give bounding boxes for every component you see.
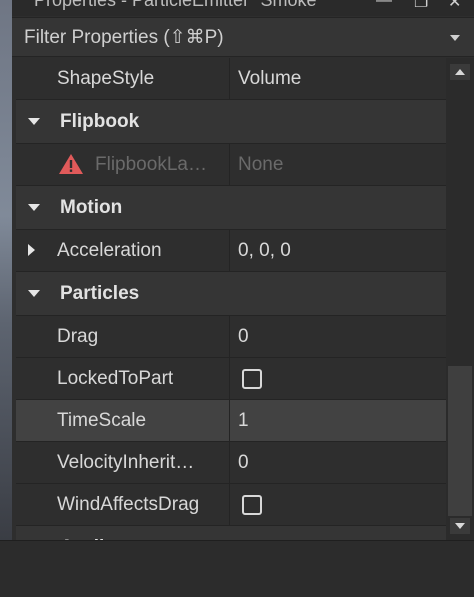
- lockedtopart-checkbox[interactable]: [242, 369, 262, 389]
- property-name: VelocityInherit…: [57, 452, 195, 473]
- property-row-acceleration[interactable]: Acceleration 0, 0, 0: [16, 230, 446, 272]
- filter-properties-field[interactable]: Filter Properties (⇧⌘P): [12, 17, 474, 57]
- panel-title: Properties - ParticleEmitter "Smoke": [34, 0, 323, 10]
- section-particles[interactable]: Particles: [16, 272, 446, 316]
- vertical-scrollbar[interactable]: [446, 58, 474, 540]
- chevron-down-icon[interactable]: [450, 35, 460, 41]
- property-row-shapestyle[interactable]: ShapeStyle Volume: [16, 58, 446, 100]
- scroll-down-arrow-icon[interactable]: [450, 518, 470, 534]
- close-icon[interactable]: ✕: [448, 0, 461, 12]
- column-divider: [229, 358, 230, 399]
- property-row-flipbooklayout[interactable]: FlipbookLa… None: [16, 144, 446, 186]
- collapse-arrow-icon[interactable]: [28, 290, 40, 297]
- column-divider: [229, 58, 230, 99]
- property-value[interactable]: 0, 0, 0: [238, 230, 291, 271]
- section-attributes[interactable]: Attributes: [16, 526, 446, 540]
- minimize-icon[interactable]: —: [376, 0, 392, 10]
- column-divider: [229, 400, 230, 441]
- property-value[interactable]: 1: [238, 400, 249, 441]
- viewport-edge: [0, 0, 12, 540]
- property-row-timescale[interactable]: TimeScale 1: [16, 400, 446, 442]
- property-row-drag[interactable]: Drag 0: [16, 316, 446, 358]
- property-name: ShapeStyle: [57, 68, 155, 89]
- property-name: FlipbookLa…: [95, 154, 207, 175]
- section-title: Motion: [60, 197, 123, 218]
- section-flipbook[interactable]: Flipbook: [16, 100, 446, 144]
- section-motion[interactable]: Motion: [16, 186, 446, 230]
- scrollbar-thumb[interactable]: [448, 366, 472, 516]
- scroll-up-arrow-icon[interactable]: [450, 64, 470, 80]
- column-divider: [229, 484, 230, 525]
- panel-title-bar: Properties - ParticleEmitter "Smoke" — ❐…: [12, 0, 474, 16]
- property-name: WindAffectsDrag: [57, 494, 200, 515]
- property-value: None: [238, 154, 284, 175]
- lower-panel: [0, 540, 474, 597]
- section-title: Attributes: [60, 526, 150, 540]
- warning-icon: [59, 154, 83, 174]
- column-divider: [229, 442, 230, 483]
- collapse-arrow-icon[interactable]: [28, 118, 40, 125]
- property-name: Drag: [57, 326, 99, 347]
- property-row-lockedtopart[interactable]: LockedToPart: [16, 358, 446, 400]
- expand-arrow-icon[interactable]: [28, 244, 35, 256]
- section-title: Flipbook: [60, 111, 140, 132]
- property-name: LockedToPart: [57, 368, 174, 389]
- property-value[interactable]: 0: [238, 316, 249, 357]
- filter-placeholder: Filter Properties (⇧⌘P): [24, 27, 224, 48]
- column-divider: [229, 230, 230, 271]
- column-divider: [229, 316, 230, 357]
- windaffectsdrag-checkbox[interactable]: [242, 495, 262, 515]
- property-row-velocityinheritance[interactable]: VelocityInherit… 0: [16, 442, 446, 484]
- property-name: Acceleration: [57, 240, 162, 261]
- properties-grid: ShapeStyle Volume Flipbook FlipbookLa… N…: [16, 58, 446, 540]
- property-value[interactable]: Volume: [238, 58, 301, 99]
- section-title: Particles: [60, 283, 140, 304]
- property-name: TimeScale: [57, 410, 147, 431]
- property-row-windaffectsdrag[interactable]: WindAffectsDrag: [16, 484, 446, 526]
- collapse-arrow-icon[interactable]: [28, 204, 40, 211]
- dock-icon[interactable]: ❐: [414, 0, 428, 12]
- property-value[interactable]: 0: [238, 442, 249, 483]
- column-divider: [229, 144, 230, 185]
